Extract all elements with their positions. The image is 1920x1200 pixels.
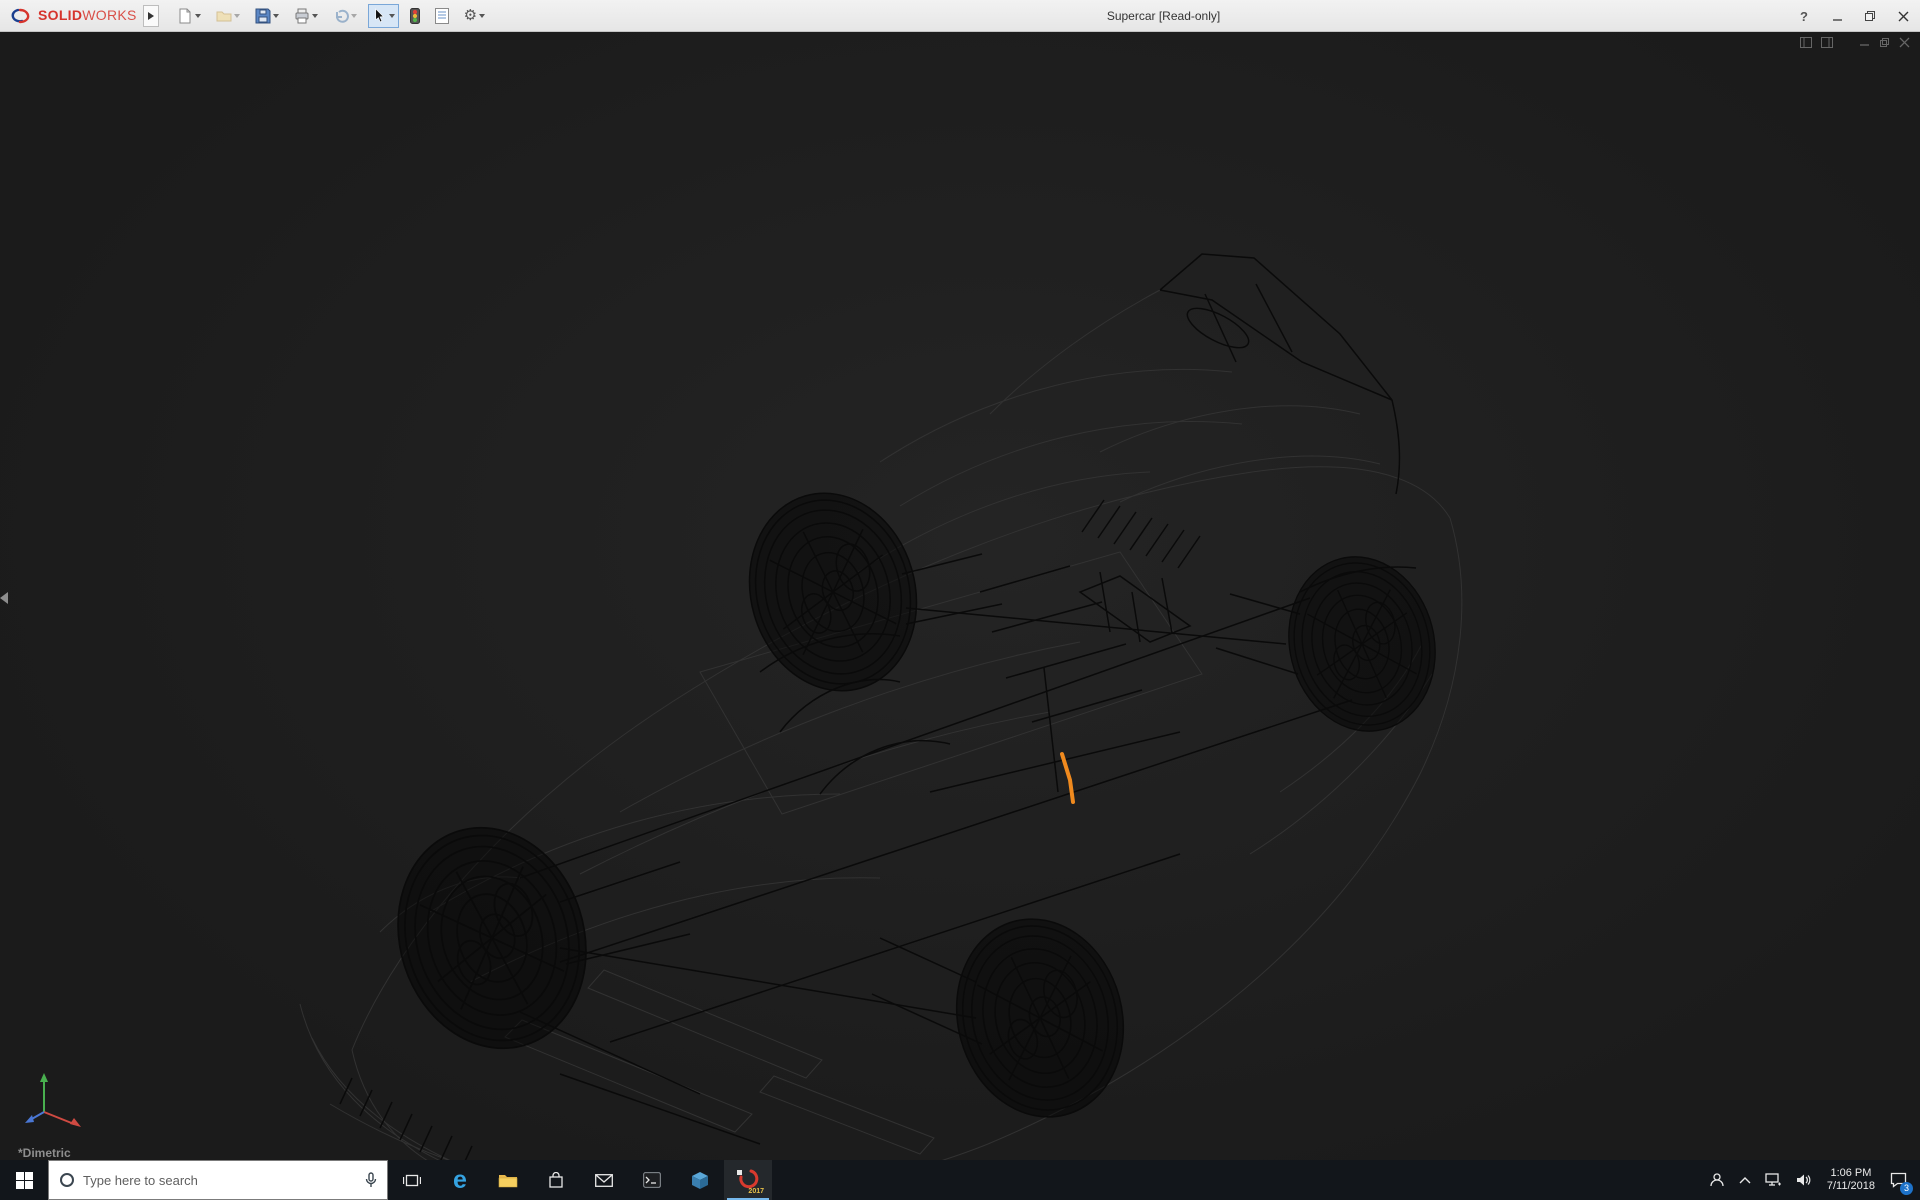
open-button[interactable] (212, 4, 244, 28)
dropdown-caret-icon (351, 14, 357, 18)
network-icon (1765, 1173, 1782, 1188)
restore-button[interactable] (1861, 6, 1879, 26)
document-window-controls (1800, 37, 1910, 48)
view-orientation-label: *Dimetric (18, 1146, 71, 1160)
flyout-triangle-icon (148, 12, 154, 20)
restore-icon (1864, 10, 1876, 22)
task-view-button[interactable] (388, 1160, 436, 1200)
action-center-button[interactable]: 3 (1883, 1160, 1914, 1200)
solidworks-logo: SOLIDWORKS (0, 7, 143, 25)
pane-right-button[interactable] (1821, 37, 1833, 48)
dropdown-caret-icon (234, 14, 240, 18)
tray-expand-button[interactable] (1732, 1160, 1758, 1200)
restore-icon (1879, 37, 1890, 48)
save-floppy-icon (255, 8, 271, 24)
undo-button[interactable] (329, 4, 361, 28)
edge-icon: e (453, 1168, 467, 1193)
people-icon (1709, 1172, 1725, 1188)
graphics-area[interactable]: *Dimetric (0, 32, 1920, 1160)
console-icon (643, 1172, 661, 1188)
doc-minimize-button[interactable] (1859, 37, 1870, 48)
chevron-up-icon (1739, 1176, 1751, 1184)
document-title: Supercar [Read-only] (1107, 9, 1220, 23)
orientation-triad-icon (22, 1064, 92, 1134)
task-view-icon (403, 1173, 421, 1188)
feature-panel-collapse-arrow[interactable] (0, 592, 8, 604)
taskbar-search[interactable] (48, 1160, 388, 1200)
cube-app-icon (691, 1171, 709, 1190)
dropdown-caret-icon (195, 14, 201, 18)
print-icon (294, 8, 310, 24)
rebuild-button[interactable] (406, 4, 424, 28)
clock[interactable]: 1:06 PM 7/11/2018 (1819, 1160, 1883, 1200)
console-button[interactable] (628, 1160, 676, 1200)
help-icon: ? (1800, 9, 1808, 24)
brand-text-solid: SOLID (38, 7, 82, 23)
pane-left-button[interactable] (1800, 37, 1812, 48)
undo-arrow-icon (333, 8, 349, 24)
brand-text-works: WORKS (82, 7, 136, 23)
close-icon (1899, 37, 1910, 48)
titlebar: SOLIDWORKS (0, 0, 1920, 32)
network-button[interactable] (1758, 1160, 1789, 1200)
file-explorer-icon (498, 1172, 518, 1188)
close-icon (1898, 11, 1909, 22)
new-document-button[interactable] (173, 4, 205, 28)
options-gear-icon: ⚙ (464, 8, 477, 23)
dropdown-caret-icon (389, 14, 395, 18)
close-button[interactable] (1894, 6, 1912, 26)
options-button[interactable]: ⚙ (460, 4, 489, 28)
wireframe-car-model[interactable] (0, 32, 1920, 1160)
edge-button[interactable]: e (436, 1160, 484, 1200)
pane-right-icon (1821, 37, 1833, 48)
print-button[interactable] (290, 4, 322, 28)
speaker-icon (1796, 1173, 1812, 1187)
notification-badge: 3 (1900, 1182, 1913, 1195)
solidworks-window: SOLIDWORKS (0, 0, 1920, 1200)
file-properties-icon (435, 8, 449, 24)
search-input[interactable] (83, 1173, 357, 1188)
system-tray: 1:06 PM 7/11/2018 3 (1702, 1160, 1920, 1200)
toolbar-flyout-arrow[interactable] (143, 5, 159, 27)
windows-taskbar: e (0, 1160, 1920, 1200)
open-folder-icon (216, 8, 232, 24)
mail-envelope-icon (595, 1174, 613, 1187)
clock-time: 1:06 PM (1830, 1167, 1871, 1180)
windows-logo-icon (16, 1172, 33, 1189)
doc-close-button[interactable] (1899, 37, 1910, 48)
store-button[interactable] (532, 1160, 580, 1200)
solidworks-year-label: 2017 (748, 1188, 764, 1195)
window-controls: ? (1795, 0, 1912, 32)
people-button[interactable] (1702, 1160, 1732, 1200)
store-bag-icon (548, 1172, 564, 1189)
cortana-icon (59, 1172, 75, 1188)
pane-left-icon (1800, 37, 1812, 48)
ds-logo-icon (10, 7, 34, 25)
save-button[interactable] (251, 4, 283, 28)
help-button[interactable]: ? (1795, 6, 1813, 26)
volume-button[interactable] (1789, 1160, 1819, 1200)
minimize-icon (1859, 37, 1870, 48)
minimize-icon (1832, 11, 1843, 22)
new-document-icon (177, 8, 193, 24)
microphone-icon[interactable] (365, 1172, 377, 1188)
taskbar-apps: e (388, 1160, 772, 1200)
file-explorer-button[interactable] (484, 1160, 532, 1200)
clock-date: 7/11/2018 (1827, 1180, 1875, 1193)
dropdown-caret-icon (273, 14, 279, 18)
file-properties-button[interactable] (431, 4, 453, 28)
solidworks-taskbar-button[interactable]: 2017 (724, 1160, 772, 1200)
minimize-button[interactable] (1828, 6, 1846, 26)
select-cursor-icon (372, 8, 387, 23)
rebuild-traffic-light-icon (410, 8, 420, 24)
start-button[interactable] (0, 1160, 48, 1200)
doc-restore-button[interactable] (1879, 37, 1890, 48)
quick-access-toolbar: ⚙ (173, 4, 489, 28)
select-button[interactable] (368, 4, 399, 28)
cad-cube-button[interactable] (676, 1160, 724, 1200)
mail-button[interactable] (580, 1160, 628, 1200)
dropdown-caret-icon (312, 14, 318, 18)
dropdown-caret-icon (479, 14, 485, 18)
